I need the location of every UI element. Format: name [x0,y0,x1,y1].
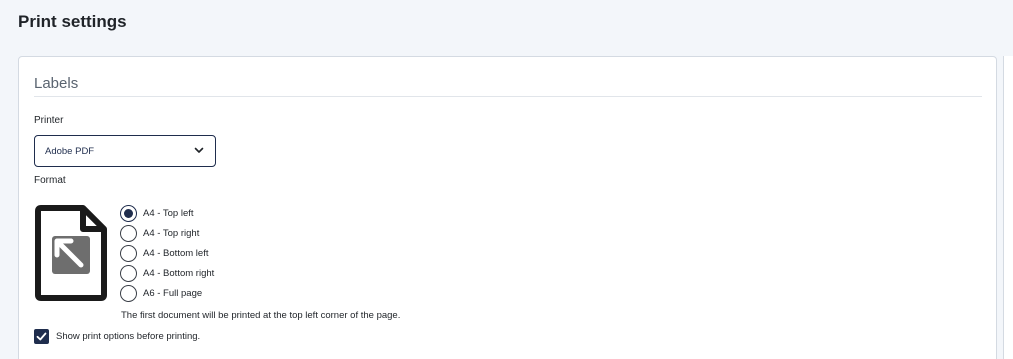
page-title: Print settings [18,12,127,31]
format-radio-group: A4 - Top left A4 - Top right A4 - Bottom… [120,204,214,303]
radio-button[interactable] [120,225,137,243]
radio-option-a4-bottom-right[interactable]: A4 - Bottom right [120,263,214,283]
adjacent-panel-edge [1003,56,1013,359]
section-divider [34,96,982,97]
radio-option-a4-bottom-left[interactable]: A4 - Bottom left [120,244,214,264]
section-title: Labels [34,75,79,92]
radio-button[interactable] [120,244,137,262]
checkmark-icon [36,332,47,341]
radio-label: A4 - Bottom right [143,267,215,279]
format-hint: The first document will be printed at th… [121,310,401,321]
radio-label: A4 - Top right [143,228,200,240]
format-label: Format [34,175,66,186]
radio-button[interactable] [120,284,137,302]
radio-label: A4 - Top left [143,208,194,220]
radio-option-a6-full-page[interactable]: A6 - Full page [120,283,214,303]
labels-card: Labels Printer Adobe PDF Format A4 - Top… [18,56,997,359]
show-print-options-row[interactable]: Show print options before printing. [34,329,200,344]
printer-select[interactable]: Adobe PDF [34,135,216,167]
printer-select-value: Adobe PDF [45,146,95,157]
document-arrow-top-left-icon [35,205,107,301]
radio-label: A6 - Full page [143,287,203,299]
show-print-options-label: Show print options before printing. [56,331,201,342]
radio-button[interactable] [120,205,137,223]
radio-option-a4-top-left[interactable]: A4 - Top left [120,204,214,224]
chevron-down-icon [194,147,204,153]
radio-label: A4 - Bottom left [143,247,209,259]
radio-button[interactable] [120,264,137,282]
show-print-options-checkbox[interactable] [34,329,49,344]
printer-label: Printer [34,115,64,126]
radio-option-a4-top-right[interactable]: A4 - Top right [120,224,214,244]
